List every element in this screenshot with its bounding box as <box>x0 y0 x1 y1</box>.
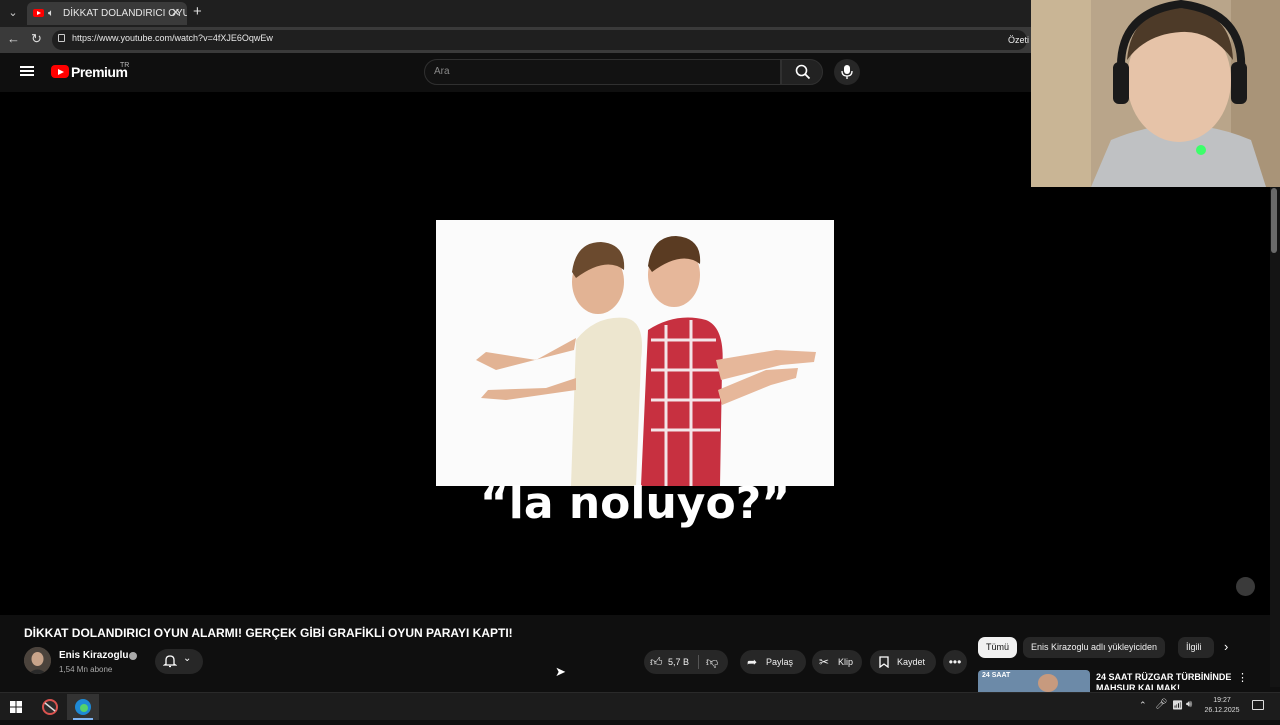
chevron-down-icon: ⌄ <box>183 653 192 664</box>
search-input[interactable] <box>424 59 781 85</box>
thumbs-down-icon[interactable]: 👎︎ <box>706 650 718 674</box>
channel-name[interactable]: Enis Kirazoglu <box>59 650 128 661</box>
save-button[interactable]: Kaydet <box>870 650 936 674</box>
clip-label: Klip <box>838 657 854 667</box>
more-actions-ellipsis-icon[interactable]: ••• <box>943 650 967 674</box>
bell-icon <box>163 655 177 668</box>
recommended-video-title[interactable]: 24 SAAT RÜZGAR TÜRBİNİNDE MAHSUR KALMAK! <box>1096 672 1236 690</box>
app-circle-icon <box>42 699 58 715</box>
youtube-favicon-icon <box>33 9 44 17</box>
chip-related[interactable]: İlgili <box>1178 637 1214 658</box>
site-info-icon[interactable] <box>58 34 65 42</box>
video-frame-image <box>436 220 834 486</box>
tray-network-icon[interactable]: 📶︎ <box>1172 700 1183 711</box>
voice-search-button[interactable] <box>834 59 860 85</box>
url-text[interactable]: https://www.youtube.com/watch?v=4fXJE6Oq… <box>72 33 273 43</box>
windows-taskbar <box>0 692 1280 720</box>
youtube-premium-logo-text[interactable]: Premium <box>71 64 128 80</box>
reload-icon[interactable]: ↻ <box>31 31 42 47</box>
like-dislike-group: 👍︎ 5,7 B 👎︎ <box>644 650 728 674</box>
tab-list-chevron-icon[interactable]: ⌄ <box>4 4 22 22</box>
recommended-video-thumbnail[interactable]: 24 SAAT <box>978 670 1090 692</box>
page-scrollbar[interactable] <box>1270 187 1280 687</box>
webcam-overlay <box>1031 0 1280 187</box>
chips-next-chevron-icon[interactable]: › <box>1224 639 1228 654</box>
taskbar-app-edge[interactable] <box>67 694 99 720</box>
search-placeholder: Ara <box>434 66 450 77</box>
youtube-logo-icon[interactable] <box>51 65 69 78</box>
windows-start-icon[interactable] <box>10 701 22 713</box>
taskbar-app-steam[interactable] <box>34 694 66 720</box>
notification-center-icon[interactable] <box>1252 700 1264 710</box>
mouse-cursor-icon: ➤ <box>555 664 566 679</box>
recommended-more-options-icon[interactable]: ⋮ <box>1237 671 1248 684</box>
search-button[interactable] <box>781 59 823 85</box>
new-tab-plus-icon[interactable]: + <box>193 3 202 20</box>
edge-browser-icon <box>75 699 91 715</box>
thumbnail-overlay-text: 24 SAAT <box>982 672 1011 679</box>
tab-audio-speaker-icon[interactable]: 🔈︎ <box>48 2 54 25</box>
region-code: TR <box>120 62 130 69</box>
share-button[interactable]: ➦ Paylaş <box>740 650 806 674</box>
subscriber-count: 1,54 Mn abone <box>59 665 113 674</box>
chip-all[interactable]: Tümü <box>978 637 1018 658</box>
video-caption-text: “la noluyo?” <box>479 478 791 529</box>
two-men-pointing-image <box>436 220 834 486</box>
back-arrow-icon[interactable]: ← <box>7 31 20 46</box>
tray-volume-icon[interactable]: 🔊︎ <box>1186 699 1192 710</box>
ozet-button[interactable]: Özeti <box>1008 35 1029 45</box>
share-label: Paylaş <box>766 657 794 667</box>
search-icon <box>795 64 811 80</box>
channel-watermark-icon[interactable] <box>1236 577 1255 596</box>
menu-hamburger-icon[interactable] <box>20 66 34 76</box>
thumbs-up-icon[interactable]: 👍︎ <box>650 650 663 674</box>
clock-time: 19:27 <box>1213 697 1231 704</box>
tray-chevron-up-icon[interactable]: ⌃ <box>1139 700 1147 711</box>
channel-avatar[interactable] <box>24 647 51 674</box>
clip-button[interactable]: ✂ Klip <box>812 650 862 674</box>
bookmark-icon <box>879 656 889 668</box>
page-scrollbar-thumb[interactable] <box>1271 188 1277 253</box>
subscription-notification-button[interactable]: ⌄ <box>155 649 203 674</box>
channel-avatar-image <box>24 647 51 674</box>
microphone-icon <box>841 65 853 79</box>
tab-close-icon[interactable]: ✕ <box>171 2 180 25</box>
clock-date: 26.12.2025 <box>1204 707 1240 714</box>
verified-badge-icon <box>129 652 137 660</box>
video-title: DİKKAT DOLANDIRICI OYUN ALARMI! GERÇEK G… <box>24 626 513 640</box>
like-count[interactable]: 5,7 B <box>668 650 689 674</box>
scissors-icon: ✂ <box>819 655 830 669</box>
webcam-person-image <box>1031 0 1280 187</box>
save-label: Kaydet <box>897 657 926 667</box>
thumbnail-face <box>1038 674 1058 692</box>
share-arrow-icon: ➦ <box>747 655 758 669</box>
chip-uploads[interactable]: Enis Kirazoglu adlı yükleyiciden <box>1023 637 1166 658</box>
tab-title: DİKKAT DOLANDIRICI OYUN ALARMI <box>63 8 187 19</box>
tray-microphone-icon[interactable]: 🎤︎ <box>1155 699 1168 710</box>
taskbar-clock[interactable]: 19:27 26.12.2025 <box>1200 696 1244 716</box>
like-divider <box>698 655 699 669</box>
browser-tab-active[interactable]: 🔈︎ DİKKAT DOLANDIRICI OYUN ALARMI ✕ <box>27 2 187 25</box>
